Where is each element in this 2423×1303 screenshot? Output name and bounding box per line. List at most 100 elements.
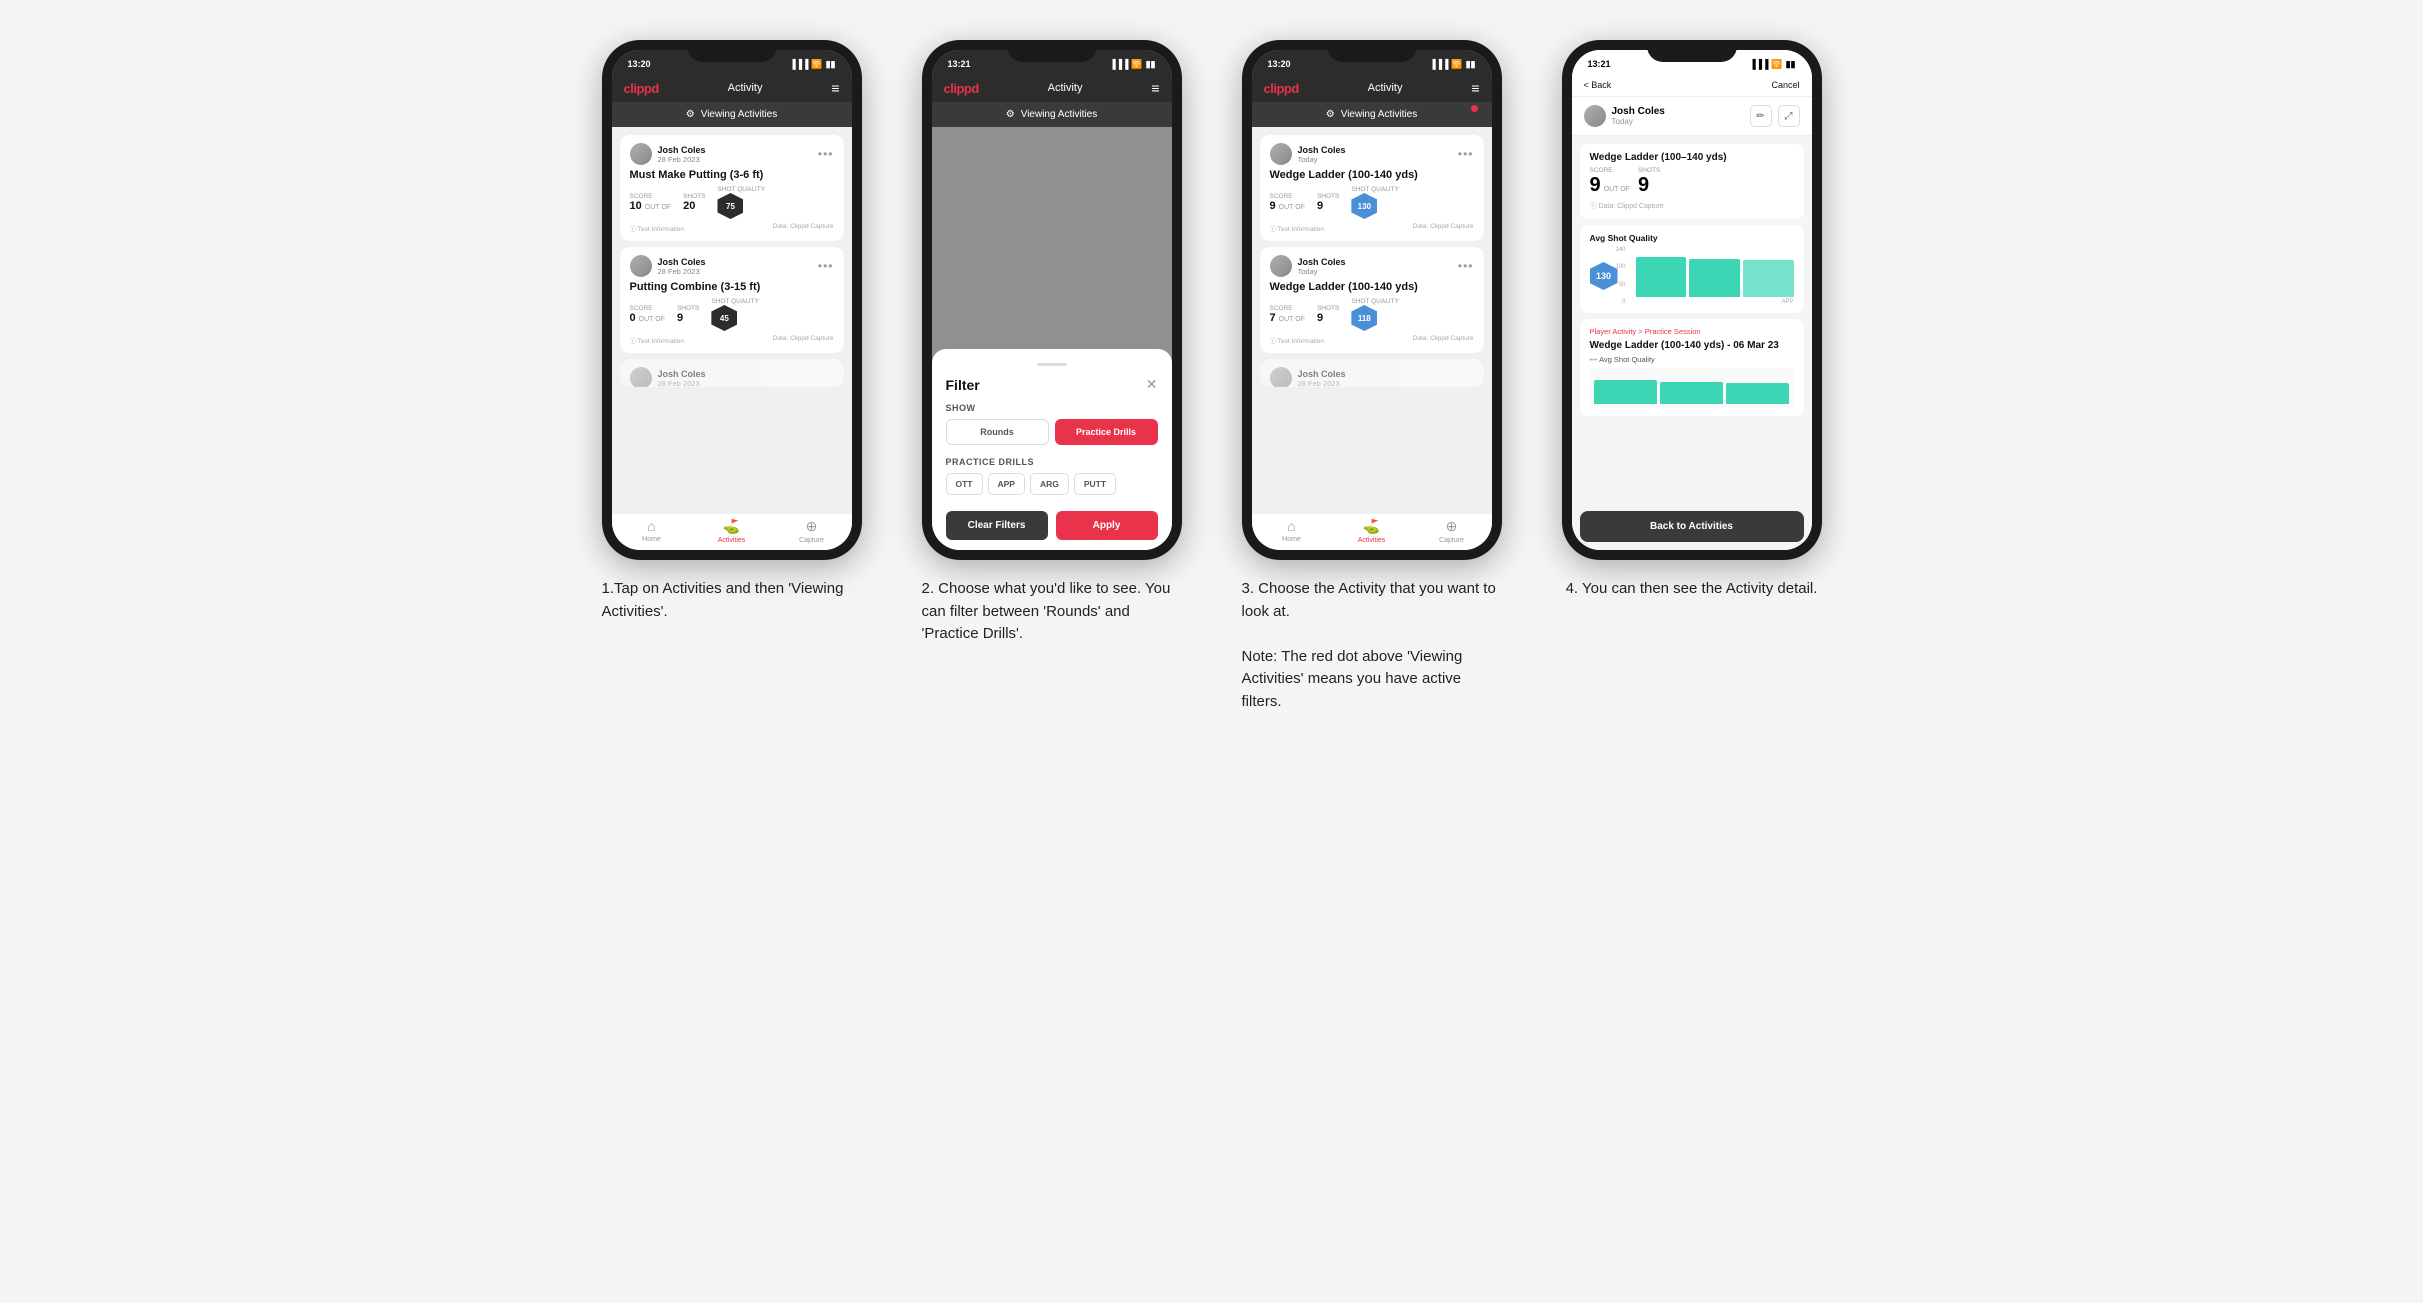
avatar-3-1 xyxy=(1270,143,1292,165)
caption-1: 1.Tap on Activities and then 'Viewing Ac… xyxy=(602,578,862,623)
nav-activities-1[interactable]: ⛳ Activities xyxy=(692,518,772,544)
viewing-banner-2[interactable]: ⚙ Viewing Activities xyxy=(932,102,1172,127)
player-activity-link[interactable]: Practice Session xyxy=(1645,327,1701,336)
user-name-3-1: Josh Coles xyxy=(1298,145,1346,155)
battery-icon: ▮▮ xyxy=(826,59,836,70)
player-activity-card: Player Activity > Practice Session Wedge… xyxy=(1580,319,1804,416)
nav-home-1[interactable]: ⌂ Home xyxy=(612,518,692,544)
detail-meta: ⓘ Data: Clippd Capture xyxy=(1590,201,1794,211)
home-label-1: Home xyxy=(642,536,661,543)
app-nav-2: clippd Activity ≡ xyxy=(932,74,1172,102)
detail-user-info: Josh Coles Today xyxy=(1612,106,1665,126)
user-name-3-3: Josh Coles xyxy=(1298,369,1346,379)
drills-toggle[interactable]: Practice Drills xyxy=(1055,419,1158,445)
tag-putt[interactable]: PUTT xyxy=(1074,473,1116,495)
user-date-1-3: 28 Feb 2023 xyxy=(658,379,706,388)
time-1: 13:20 xyxy=(628,59,651,69)
user-date-1-1: 28 Feb 2023 xyxy=(658,155,706,164)
dots-menu-3-1[interactable]: ••• xyxy=(1458,147,1474,161)
detail-avatar xyxy=(1584,105,1606,127)
mini-bar-2 xyxy=(1660,382,1723,404)
menu-icon-2[interactable]: ≡ xyxy=(1151,80,1159,96)
filter-close-icon[interactable]: ✕ xyxy=(1146,376,1158,393)
caption-text-3: 3. Choose the Activity that you want to … xyxy=(1242,578,1502,713)
time-3: 13:20 xyxy=(1268,59,1291,69)
phone-1: 13:20 ▐▐▐ 🛜 ▮▮ clippd Activity ≡ ⚙ Vi xyxy=(602,40,862,560)
logo-3: clippd xyxy=(1264,81,1299,96)
dots-menu-1-1[interactable]: ••• xyxy=(818,147,834,161)
y-axis-labels: 140 100 50 0 xyxy=(1615,247,1627,305)
detail-icons: ✏ ⤢ xyxy=(1750,105,1800,127)
session-title: Wedge Ladder (100-140 yds) - 06 Mar 23 xyxy=(1590,340,1794,351)
activity-card-3-2[interactable]: Josh Coles Today ••• Wedge Ladder (100-1… xyxy=(1260,247,1484,353)
avatar-1-2 xyxy=(630,255,652,277)
stat-group-shots-3-1: Shots 9 xyxy=(1317,193,1339,212)
cancel-button[interactable]: Cancel xyxy=(1771,80,1799,90)
phone-notch-2 xyxy=(1007,40,1097,62)
avatar-1-3 xyxy=(630,367,652,387)
settings-icon-3: ⚙ xyxy=(1326,109,1335,120)
shots-stat-group: Shots 9 xyxy=(1638,167,1660,197)
clear-filters-button[interactable]: Clear Filters xyxy=(946,511,1048,540)
app-nav-1: clippd Activity ≡ xyxy=(612,74,852,102)
activity-title-3-1: Wedge Ladder (100-140 yds) xyxy=(1270,169,1474,181)
detail-screen: Josh Coles Today ✏ ⤢ Wedge Ladder (100–1 xyxy=(1572,97,1812,550)
caption-4: 4. You can then see the Activity detail. xyxy=(1566,578,1818,601)
bar-3 xyxy=(1743,260,1794,297)
dots-menu-1-2[interactable]: ••• xyxy=(818,259,834,273)
tag-arg[interactable]: ARG xyxy=(1030,473,1069,495)
score-detail-label: Score xyxy=(1590,167,1630,174)
caption-2: 2. Choose what you'd like to see. You ca… xyxy=(922,578,1182,646)
detail-content: Wedge Ladder (100–140 yds) Score 9 OUT O… xyxy=(1572,136,1812,511)
nav-capture-3[interactable]: ⊕ Capture xyxy=(1412,518,1492,544)
status-icons-2: ▐▐▐ 🛜 ▮▮ xyxy=(1109,59,1155,70)
activity-title-3-2: Wedge Ladder (100-140 yds) xyxy=(1270,281,1474,293)
card-user-3-1: Josh Coles Today xyxy=(1270,143,1346,165)
card-user-1-3: Josh Coles 28 Feb 2023 xyxy=(630,367,706,387)
rounds-toggle[interactable]: Rounds xyxy=(946,419,1049,445)
dots-menu-3-2[interactable]: ••• xyxy=(1458,259,1474,273)
expand-icon-button[interactable]: ⤢ xyxy=(1778,105,1800,127)
nav-capture-1[interactable]: ⊕ Capture xyxy=(772,518,852,544)
edit-icon-button[interactable]: ✏ xyxy=(1750,105,1772,127)
user-info-3-1: Josh Coles Today xyxy=(1298,145,1346,164)
activity-card-1-2[interactable]: Josh Coles 28 Feb 2023 ••• Putting Combi… xyxy=(620,247,844,353)
back-button[interactable]: < Back xyxy=(1584,80,1612,90)
phone-4: 13:21 ▐▐▐ 🛜 ▮▮ < Back Cancel xyxy=(1562,40,1822,560)
menu-icon-3[interactable]: ≡ xyxy=(1471,80,1479,96)
back-to-activities-button[interactable]: Back to Activities xyxy=(1580,511,1804,542)
out-of-detail: OUT OF xyxy=(1604,186,1630,193)
stat-group-shots-1-2: Shots 9 xyxy=(677,305,699,324)
filter-sheet: Filter ✕ Show Rounds Practice Drills Pra… xyxy=(932,349,1172,550)
y-label-100: 100 xyxy=(1615,264,1625,270)
phone-screen-3: 13:20 ▐▐▐ 🛜 ▮▮ clippd Activity ≡ ⚙ Vi xyxy=(1252,50,1492,550)
activity-card-3-1[interactable]: Josh Coles Today ••• Wedge Ladder (100-1… xyxy=(1260,135,1484,241)
tag-app[interactable]: APP xyxy=(988,473,1025,495)
score-value-1-2: 0 OUT OF xyxy=(630,312,665,324)
card-user-3-2: Josh Coles Today xyxy=(1270,255,1346,277)
viewing-banner-1[interactable]: ⚙ Viewing Activities xyxy=(612,102,852,127)
step2-container: 13:21 ▐▐▐ 🛜 ▮▮ clippd Activity ≡ ⚙ Vi xyxy=(912,40,1192,646)
score-label-1-1: Score xyxy=(630,193,672,200)
footer-right-1-2: Data: Clippd Capture xyxy=(773,335,834,345)
nav-home-3[interactable]: ⌂ Home xyxy=(1252,518,1332,544)
footer-right-3-2: Data: Clippd Capture xyxy=(1413,335,1474,345)
filter-overlay: Filter ✕ Show Rounds Practice Drills Pra… xyxy=(932,127,1172,550)
apply-button[interactable]: Apply xyxy=(1056,511,1158,540)
stats-row-3-1: Score 9 OUT OF Shots 9 xyxy=(1270,186,1474,219)
viewing-banner-3[interactable]: ⚙ Viewing Activities xyxy=(1252,102,1492,127)
logo-2: clippd xyxy=(944,81,979,96)
activities-label-3: Activities xyxy=(1358,537,1386,544)
nav-activities-3[interactable]: ⛳ Activities xyxy=(1332,518,1412,544)
session-sub: ••• Avg Shot Quality xyxy=(1590,355,1794,364)
user-date-3-3: 28 Feb 2023 xyxy=(1298,379,1346,388)
stats-row-1-1: Score 10 OUT OF Shots 20 xyxy=(630,186,834,219)
user-date-3-2: Today xyxy=(1298,267,1346,276)
menu-icon-1[interactable]: ≡ xyxy=(831,80,839,96)
activities-label-1: Activities xyxy=(718,537,746,544)
tag-ott[interactable]: OTT xyxy=(946,473,983,495)
detail-nav: < Back Cancel xyxy=(1572,74,1812,97)
score-detail-row: Score 9 OUT OF Shots 9 xyxy=(1590,167,1794,197)
quality-label-3-1: Shot Quality xyxy=(1351,186,1399,193)
activity-card-1-1[interactable]: Josh Coles 28 Feb 2023 ••• Must Make Put… xyxy=(620,135,844,241)
